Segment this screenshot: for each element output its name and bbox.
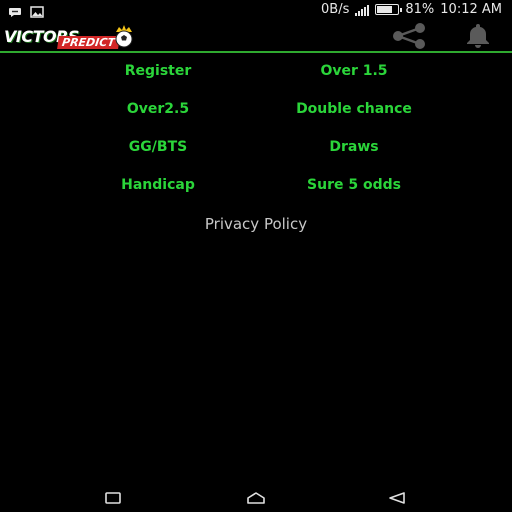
gg-bts-button[interactable]: GG/BTS — [58, 138, 258, 156]
draws-button[interactable]: Draws — [254, 138, 454, 156]
sure-5-odds-button[interactable]: Sure 5 odds — [254, 176, 454, 194]
battery-icon — [375, 4, 403, 15]
handicap-button[interactable]: Handicap — [58, 176, 258, 194]
privacy-policy-link[interactable]: Privacy Policy — [156, 214, 356, 234]
clock: 10:12 AM — [440, 2, 502, 17]
signal-icon — [355, 4, 370, 16]
over-1-5-button[interactable]: Over 1.5 — [254, 62, 454, 80]
network-speed: 0B/s — [321, 2, 350, 17]
app-bar: VICTORS PREDICT — [0, 20, 512, 53]
soccer-ball-crown-icon — [111, 24, 137, 52]
system-nav-bar — [0, 482, 512, 512]
status-bar: 0B/s 81% 10:12 AM — [0, 0, 512, 20]
status-bar-right: 0B/s 81% 10:12 AM — [321, 2, 502, 17]
over-2-5-button[interactable]: Over2.5 — [58, 100, 258, 118]
back-icon[interactable] — [387, 490, 407, 509]
bell-icon[interactable] — [458, 21, 498, 53]
register-button[interactable]: Register — [58, 62, 258, 80]
home-icon[interactable] — [246, 490, 266, 509]
app-logo: VICTORS PREDICT — [4, 22, 150, 50]
share-icon[interactable] — [386, 21, 434, 55]
battery-percent: 81% — [405, 2, 435, 17]
recents-square-icon[interactable] — [104, 490, 122, 509]
double-chance-button[interactable]: Double chance — [254, 100, 454, 118]
